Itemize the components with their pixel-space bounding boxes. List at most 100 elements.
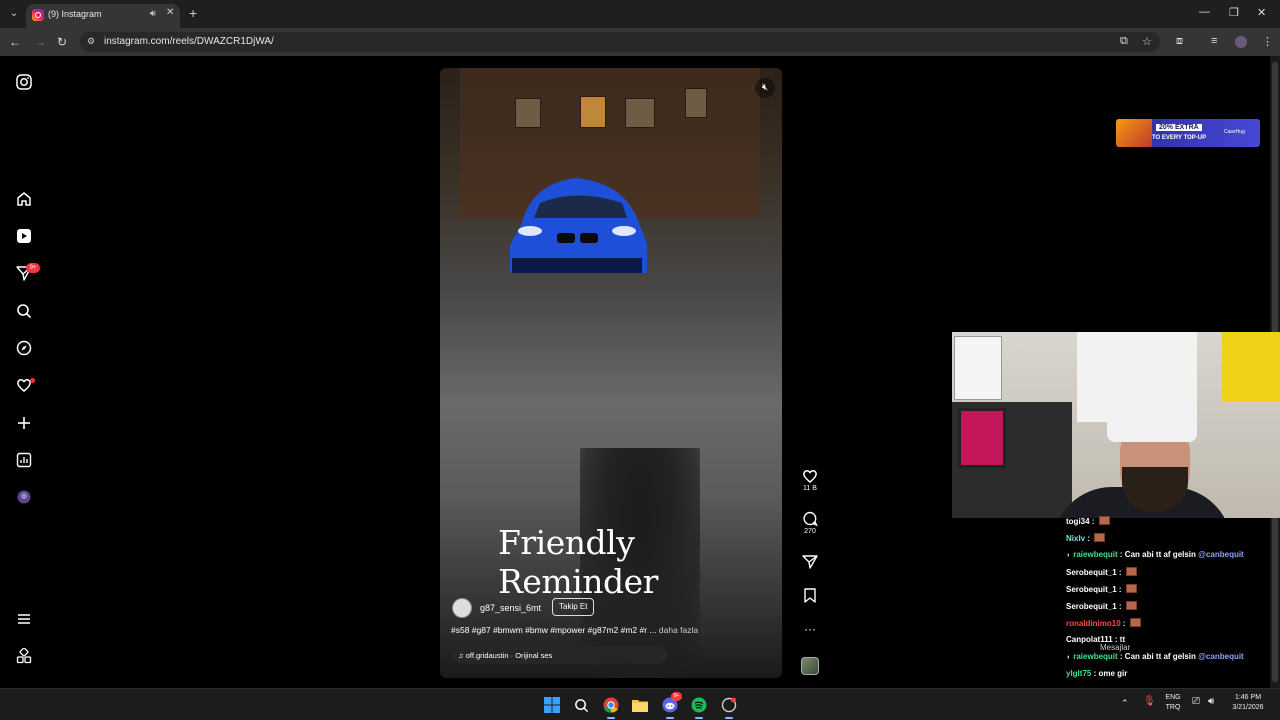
chat-username[interactable]: ylglt75 <box>1066 669 1091 678</box>
messages-badge: 9+ <box>26 263 40 273</box>
tab-search-icon[interactable]: ⌄ <box>6 6 22 22</box>
chat-username[interactable]: Serobequit_1 <box>1066 585 1117 594</box>
more-options-icon[interactable]: ··· <box>800 622 820 636</box>
like-count: 11 B <box>803 485 817 492</box>
browser-tab[interactable]: (9) Instagram 🔊︎ ✕ <box>26 4 180 28</box>
language-bottom: TRQ <box>1165 704 1181 711</box>
profile-avatar[interactable] <box>1235 36 1247 48</box>
back-icon[interactable]: ← <box>9 35 21 49</box>
save-bookmark-icon[interactable] <box>803 588 817 603</box>
display-icon[interactable]: ⎚ <box>1192 697 1200 707</box>
spotify-icon[interactable] <box>690 696 708 719</box>
chat-username[interactable]: raiewbequit <box>1073 652 1117 661</box>
tray-overflow-icon[interactable]: ⌃ <box>1121 698 1129 708</box>
chat-separator: : <box>1116 568 1124 577</box>
webcam-picture-frame <box>958 408 1006 468</box>
tab-audio-icon[interactable]: 🔊︎ <box>150 8 156 19</box>
chat-message: ylglt75 : ome gir <box>1066 669 1127 678</box>
app-icon[interactable] <box>720 696 738 719</box>
author-username[interactable]: g87_sensi_6mt <box>480 603 541 613</box>
chat-username[interactable]: Serobequit_1 <box>1066 602 1117 611</box>
reels-icon[interactable] <box>15 227 33 245</box>
language-indicator[interactable]: ENG TRQ <box>1163 693 1183 713</box>
windows-start-icon[interactable] <box>543 696 561 714</box>
chat-message: ◖ raiewbequit : Can abi tt af gelsin @can… <box>1066 652 1244 661</box>
bookmark-star-icon[interactable]: ☆ <box>1142 35 1152 48</box>
chat-message: Nixlv : <box>1066 533 1106 543</box>
forward-icon[interactable]: → <box>34 35 46 49</box>
browser-menu-icon[interactable]: ⋮ <box>1262 35 1273 48</box>
chat-separator: : <box>1120 619 1128 628</box>
also-from-meta-icon[interactable] <box>15 647 33 665</box>
save-action[interactable] <box>800 588 820 603</box>
chat-username[interactable]: raiewbequit <box>1073 550 1117 559</box>
chat-username[interactable]: togi34 <box>1066 517 1090 526</box>
audio-thumbnail[interactable] <box>801 657 819 675</box>
chat-separator: : <box>1117 550 1125 559</box>
chat-message: Serobequit_1 : <box>1066 567 1137 577</box>
blue-car-image <box>502 163 654 283</box>
explore-compass-icon[interactable] <box>15 339 33 357</box>
more-menu-icon[interactable] <box>15 610 33 628</box>
audio-source[interactable]: ♫ off.gridaustin · Orijinal ses <box>458 651 552 660</box>
follow-button[interactable]: Takip Et <box>552 598 595 616</box>
tab-strip: ⌄ (9) Instagram 🔊︎ ✕ + — ❐ ✕ <box>0 0 1280 28</box>
ad-subline: TO EVERY TOP-UP <box>1152 135 1207 141</box>
clock[interactable]: 1:46 PM 3/21/2026 <box>1226 693 1270 713</box>
create-plus-icon[interactable] <box>15 414 33 432</box>
mute-icon[interactable]: 🔇︎ <box>755 78 775 98</box>
profile-avatar-icon[interactable] <box>15 488 33 506</box>
chat-message: togi34 : <box>1066 516 1110 526</box>
minimize-icon[interactable]: — <box>1199 6 1210 18</box>
language-top: ENG <box>1165 694 1181 701</box>
install-app-icon[interactable]: ⧉ <box>1120 35 1128 48</box>
chat-emote-icon <box>1094 533 1106 542</box>
reel-video[interactable]: Friendly Reminder 🔇︎ g87_sensi_6mt Takip… <box>440 68 782 678</box>
discord-icon[interactable]: 9+ <box>661 692 682 719</box>
share-action[interactable] <box>800 554 820 569</box>
ad-headline: 20% EXTRA <box>1156 124 1202 131</box>
reel-hashtags: #s58 #g87 #bmwm #bmw #mpower #g87m2 #m2 … <box>451 625 698 635</box>
window-close-icon[interactable]: ✕ <box>1257 6 1266 19</box>
taskbar-search-icon[interactable] <box>572 696 590 714</box>
chat-username[interactable]: Nixlv <box>1066 534 1085 543</box>
like-heart-icon[interactable] <box>802 468 818 483</box>
chat-emote-icon <box>1125 601 1137 610</box>
tab-close-icon[interactable]: ✕ <box>166 7 174 18</box>
search-icon[interactable] <box>15 302 33 320</box>
restore-icon[interactable]: ❐ <box>1229 6 1239 19</box>
webcam-poster <box>954 336 1002 400</box>
chat-separator: : <box>1116 585 1124 594</box>
reload-icon[interactable]: ↻ <box>57 35 67 49</box>
share-send-icon[interactable] <box>802 554 818 569</box>
tab-title: (9) Instagram <box>48 9 102 19</box>
ad-banner[interactable]: 20% EXTRA TO EVERY TOP-UP CaseHug <box>1116 119 1260 147</box>
instagram-logo-icon[interactable] <box>15 73 33 91</box>
comment-action[interactable]: 270 <box>800 511 820 535</box>
chat-separator: : <box>1117 652 1125 661</box>
chat-username[interactable]: Serobequit_1 <box>1066 568 1117 577</box>
clock-date: 3/21/2026 <box>1232 704 1264 711</box>
author-avatar[interactable] <box>452 598 472 618</box>
more-link[interactable]: daha fazla <box>659 625 698 635</box>
ad-artwork <box>1116 119 1152 147</box>
hashtags-text: #s58 #g87 #bmwm #bmw #mpower #g87m2 #m2 … <box>451 625 657 635</box>
chrome-icon[interactable] <box>602 696 620 719</box>
audio-source-text: off.gridaustin · Orijinal ses <box>465 651 553 660</box>
media-controls-icon[interactable]: ≡ <box>1211 35 1217 47</box>
extensions-icon[interactable]: ⧈ <box>1176 35 1183 48</box>
new-tab-icon[interactable]: + <box>189 5 197 21</box>
comment-icon[interactable] <box>802 511 818 526</box>
chat-mention[interactable]: @canbequit <box>1198 652 1244 661</box>
home-icon[interactable] <box>15 190 33 208</box>
dashboard-icon[interactable] <box>15 451 33 469</box>
volume-icon[interactable]: 🔊︎ <box>1208 697 1214 707</box>
site-info-icon[interactable]: ⚙ <box>87 36 99 48</box>
microphone-icon[interactable]: 🎙︎ <box>1143 697 1156 707</box>
like-action[interactable]: 11 B <box>800 468 820 492</box>
headphones-cap <box>1107 382 1197 442</box>
file-explorer-icon[interactable] <box>631 696 649 714</box>
chat-username[interactable]: ronaldinimo10 <box>1066 619 1121 628</box>
chat-mention[interactable]: @canbequit <box>1198 550 1244 559</box>
url-text[interactable]: instagram.com/reels/DWAZCR1DjWA/ <box>104 36 274 47</box>
